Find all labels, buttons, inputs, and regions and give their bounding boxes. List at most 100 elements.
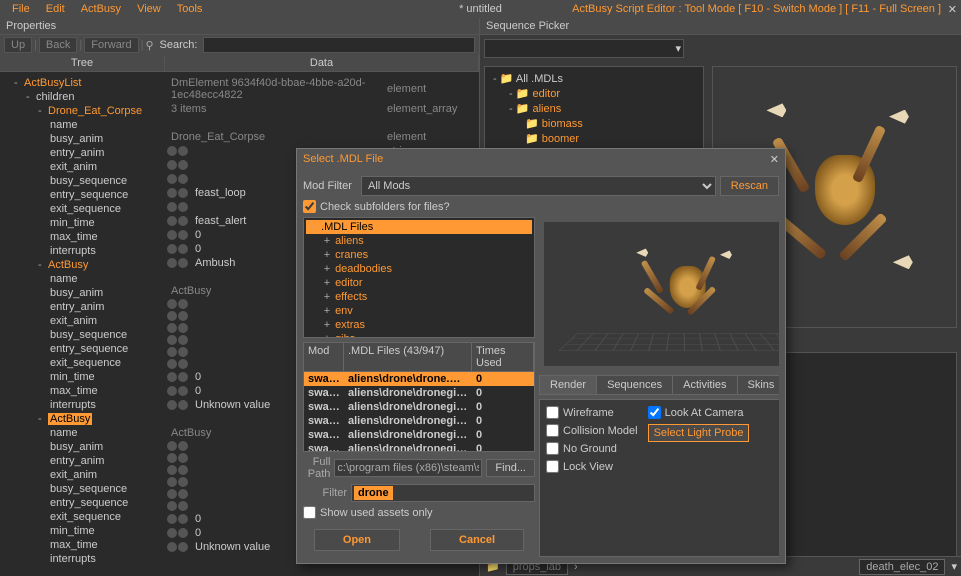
open-button[interactable]: Open: [314, 529, 400, 551]
tree-node[interactable]: interrupts: [2, 398, 163, 412]
tab-render[interactable]: Render: [540, 376, 597, 394]
file-row[interactable]: swarmaliens\drone\dronegib5_rearlegl.mdl…: [304, 428, 534, 442]
chevron-down-icon[interactable]: ▾: [951, 560, 957, 573]
tree-node[interactable]: busy_anim: [2, 286, 163, 300]
rescan-button[interactable]: Rescan: [720, 176, 779, 196]
tree-node[interactable]: busy_sequence: [2, 482, 163, 496]
tree-node[interactable]: exit_anim: [2, 160, 163, 174]
menu-view[interactable]: View: [129, 3, 169, 15]
tree-node[interactable]: name: [2, 426, 163, 440]
menu-actbusy[interactable]: ActBusy: [73, 3, 129, 15]
file-row[interactable]: swarmaliens\drone\drone.mdl0: [304, 372, 534, 386]
folder-tree[interactable]: - .MDL Files+ aliens+ cranes+ deadbodies…: [303, 217, 535, 338]
tree-node[interactable]: entry_sequence: [2, 496, 163, 510]
check-subfolders[interactable]: Check subfolders for files?: [303, 200, 779, 213]
wireframe-check[interactable]: Wireframe: [546, 406, 638, 419]
tree-node[interactable]: min_time: [2, 524, 163, 538]
folder-node[interactable]: + aliens: [306, 234, 532, 248]
tree-node[interactable]: -ActBusy: [2, 258, 163, 272]
tree-node[interactable]: max_time: [2, 538, 163, 552]
tree-node[interactable]: exit_sequence: [2, 510, 163, 524]
mod-filter-select[interactable]: All Mods: [361, 176, 716, 196]
tree-node[interactable]: entry_sequence: [2, 188, 163, 202]
tree-node[interactable]: -Drone_Eat_Corpse: [2, 104, 163, 118]
tree-node[interactable]: -ActBusy: [2, 412, 163, 426]
nav-back-button[interactable]: Back: [39, 37, 77, 53]
tab-sequences[interactable]: Sequences: [597, 376, 673, 394]
tree-header: Tree: [0, 55, 165, 71]
folder-node[interactable]: + gibs: [306, 332, 532, 338]
tree-node[interactable]: entry_anim: [2, 300, 163, 314]
folder-node[interactable]: + editor: [306, 276, 532, 290]
file-row[interactable]: swarmaliens\drone\dronegib2_abdomenr...0: [304, 386, 534, 400]
tree-node[interactable]: interrupts: [2, 244, 163, 258]
tree-node[interactable]: exit_anim: [2, 314, 163, 328]
folder-node[interactable]: + cranes: [306, 248, 532, 262]
nav-up-button[interactable]: Up: [4, 37, 32, 53]
sequence-combo[interactable]: ▾: [484, 39, 684, 58]
tree-node[interactable]: busy_anim: [2, 132, 163, 146]
file-row[interactable]: swarmaliens\drone\dronegib3_forelegl.mdl…: [304, 400, 534, 414]
menu-file[interactable]: File: [4, 3, 38, 15]
seq-tree-node[interactable]: - 📁 aliens: [489, 101, 699, 116]
tree-node[interactable]: name: [2, 272, 163, 286]
properties-title: Properties: [0, 18, 479, 35]
tab-activities[interactable]: Activities: [673, 376, 737, 394]
tree-panel[interactable]: -ActBusyList-children-Drone_Eat_Corpsena…: [0, 72, 165, 576]
tab-skins[interactable]: Skins: [738, 376, 779, 394]
seq-tree-node[interactable]: - 📁 editor: [489, 86, 699, 101]
pin-icon[interactable]: ⚲: [145, 39, 153, 52]
tree-node[interactable]: interrupts: [2, 552, 163, 566]
tree-node[interactable]: entry_anim: [2, 454, 163, 468]
tree-node[interactable]: min_time: [2, 370, 163, 384]
noground-check[interactable]: No Ground: [546, 442, 638, 455]
bottom-right-chip[interactable]: death_elec_02: [859, 559, 945, 575]
show-used-check[interactable]: Show used assets only: [303, 506, 535, 519]
lockview-check[interactable]: Lock View: [546, 460, 638, 473]
file-row[interactable]: swarmaliens\drone\dronegib6_rearlegr...0: [304, 442, 534, 452]
seq-tree-node[interactable]: 📁 boomer: [489, 131, 699, 146]
nav-forward-button[interactable]: Forward: [84, 37, 138, 53]
tree-node[interactable]: exit_sequence: [2, 202, 163, 216]
filter-value[interactable]: drone: [354, 486, 393, 500]
tree-node[interactable]: -ActBusyList: [2, 76, 163, 90]
tree-node[interactable]: busy_sequence: [2, 174, 163, 188]
tree-node[interactable]: busy_anim: [2, 440, 163, 454]
cancel-button[interactable]: Cancel: [430, 529, 524, 551]
file-list[interactable]: Mod .MDL Files (43/947) Times Used swarm…: [303, 342, 535, 452]
search-input[interactable]: [203, 37, 475, 53]
tree-node[interactable]: busy_sequence: [2, 328, 163, 342]
menu-tools[interactable]: Tools: [169, 3, 211, 15]
file-row[interactable]: swarmaliens\drone\dronegib4_forelegr...0: [304, 414, 534, 428]
lookat-check[interactable]: Look At Camera: [648, 406, 750, 419]
tree-node[interactable]: max_time: [2, 384, 163, 398]
tree-node[interactable]: min_time: [2, 216, 163, 230]
close-icon[interactable]: ✕: [948, 3, 957, 16]
light-probe-button[interactable]: Select Light Probe: [648, 424, 750, 442]
folder-node[interactable]: + env: [306, 304, 532, 318]
collision-check[interactable]: Collision Model: [546, 424, 638, 437]
tree-node[interactable]: -children: [2, 90, 163, 104]
tree-node[interactable]: entry_anim: [2, 146, 163, 160]
find-button[interactable]: Find...: [486, 459, 535, 477]
dialog-close-icon[interactable]: ✕: [770, 153, 779, 166]
col-mod-header[interactable]: Mod: [304, 343, 344, 371]
tree-node[interactable]: name: [2, 118, 163, 132]
col-file-header[interactable]: .MDL Files (43/947): [344, 343, 472, 371]
tree-node[interactable]: entry_sequence: [2, 342, 163, 356]
full-path-input[interactable]: [334, 459, 482, 477]
tree-node[interactable]: exit_anim: [2, 468, 163, 482]
folder-node[interactable]: + extras: [306, 318, 532, 332]
folder-node[interactable]: + effects: [306, 290, 532, 304]
tree-node[interactable]: exit_sequence: [2, 356, 163, 370]
menu-edit[interactable]: Edit: [38, 3, 73, 15]
seq-tree-node[interactable]: - 📁 All .MDLs: [489, 71, 699, 86]
folder-node[interactable]: + deadbodies: [306, 262, 532, 276]
show-used-checkbox[interactable]: [303, 506, 316, 519]
seq-tree-node[interactable]: 📁 biomass: [489, 116, 699, 131]
model-preview-dialog[interactable]: [543, 221, 779, 367]
col-times-header[interactable]: Times Used: [472, 343, 534, 371]
folder-node[interactable]: - .MDL Files: [306, 220, 532, 234]
tree-node[interactable]: max_time: [2, 230, 163, 244]
check-subfolders-checkbox[interactable]: [303, 200, 316, 213]
